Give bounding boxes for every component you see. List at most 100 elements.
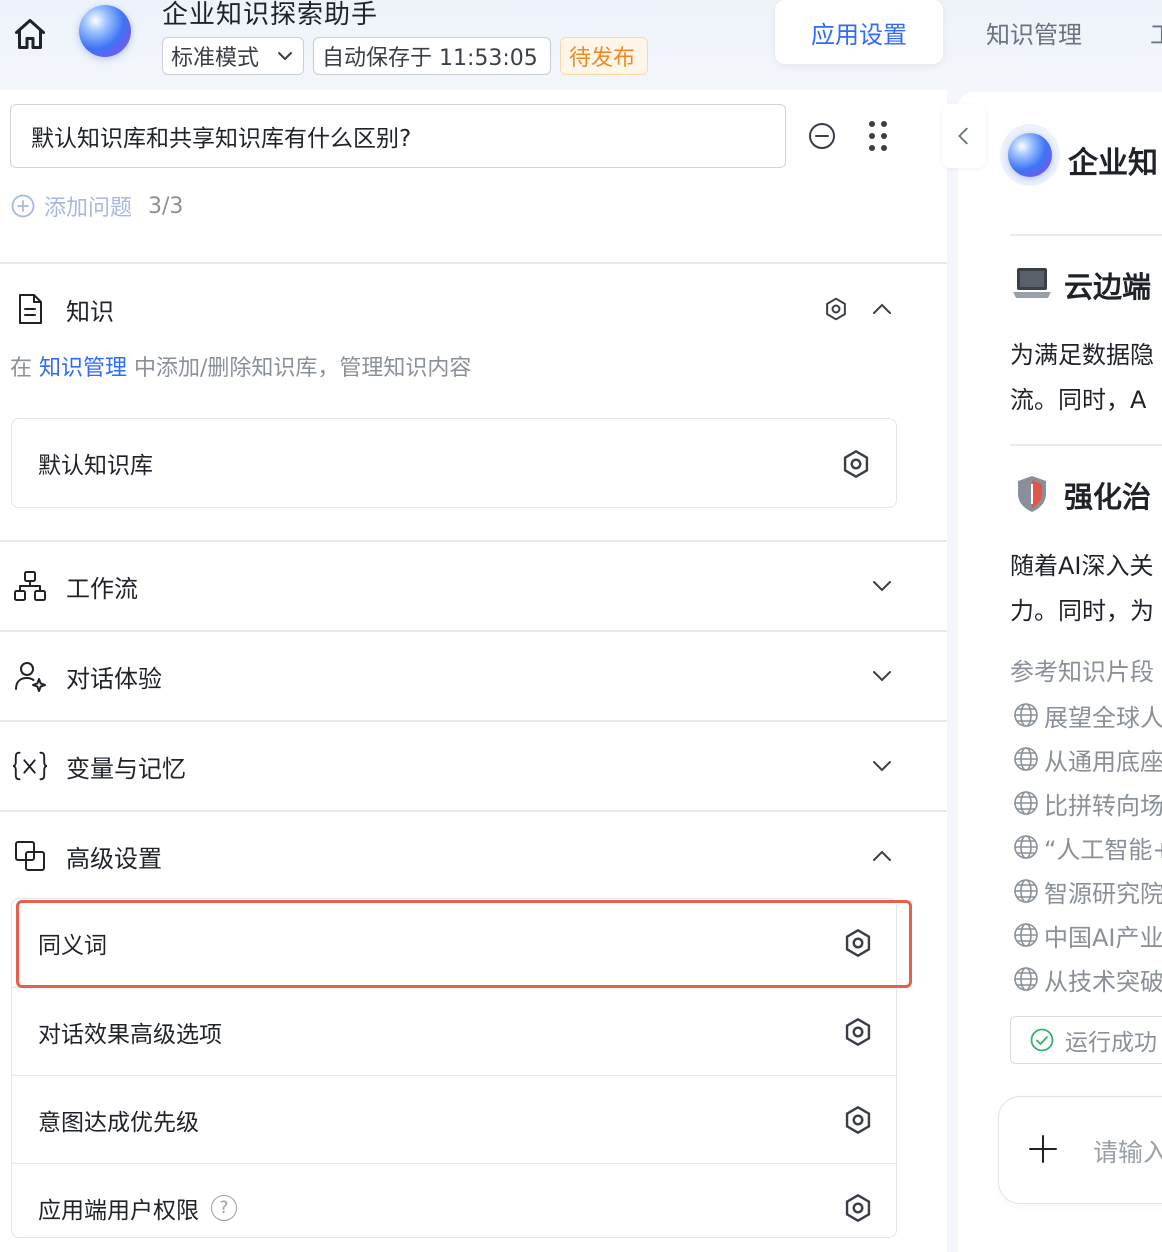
reference-link[interactable]: 从通用底座	[1012, 743, 1162, 776]
adv-item-label: 应用端用户权限	[38, 1197, 199, 1224]
gear-icon[interactable]	[842, 927, 874, 959]
adv-item-dialogue-options[interactable]: 对话效果高级选项	[12, 987, 896, 1075]
shield-icon	[1018, 476, 1046, 512]
mode-select-value: 标准模式	[171, 46, 260, 71]
divider	[0, 810, 947, 812]
section-workflow-header[interactable]: 工作流	[0, 557, 947, 615]
tab-more[interactable]: 工	[1150, 0, 1162, 64]
conversation-expand-button[interactable]	[866, 660, 898, 692]
app-title: 企业知识探索助手	[162, 0, 379, 30]
adv-item-label: 意图达成优先级	[38, 1109, 199, 1136]
adv-item-intent-priority[interactable]: 意图达成优先级	[12, 1075, 896, 1163]
reference-link-label: 智源研究院	[1044, 879, 1162, 908]
chevron-up-icon	[873, 850, 891, 861]
chat-input-placeholder: 请输入	[1093, 1138, 1162, 1167]
preview-heading-2: 强化治	[1064, 480, 1152, 514]
chevron-left-icon	[958, 127, 968, 145]
adv-item-synonyms[interactable]: 同义词	[12, 899, 896, 987]
reference-link-label: 从通用底座	[1044, 747, 1162, 776]
globe-icon	[1014, 967, 1038, 991]
question-count: 3/3	[148, 193, 184, 219]
tab-app-settings[interactable]: 应用设置	[775, 0, 943, 64]
chevron-up-icon	[873, 303, 891, 314]
section-workflow-title: 工作流	[66, 574, 138, 603]
section-knowledge-header: 知识	[0, 280, 947, 338]
bot-name: 企业知	[1068, 146, 1158, 181]
variable-icon	[12, 748, 48, 784]
chevron-down-icon	[873, 581, 891, 592]
reference-link-label: 中国AI产业	[1044, 923, 1162, 952]
help-icon[interactable]: ?	[211, 1194, 237, 1221]
suggested-question-input[interactable]: 默认知识库和共享知识库有什么区别?	[10, 104, 786, 168]
drag-handle-icon[interactable]	[864, 118, 892, 154]
section-conversation-header[interactable]: 对话体验	[0, 647, 947, 705]
adv-item-label: 同义词	[38, 933, 107, 959]
kb-item-label: 默认知识库	[38, 453, 153, 479]
add-question-button[interactable]: 添加问题 3/3	[10, 190, 183, 222]
variables-expand-button[interactable]	[866, 750, 898, 782]
workflow-icon	[12, 568, 48, 604]
advanced-collapse-button[interactable]	[866, 840, 898, 872]
gear-icon[interactable]	[842, 1016, 874, 1048]
globe-icon	[1014, 747, 1038, 771]
gear-icon	[826, 297, 846, 321]
section-advanced-title: 高级设置	[66, 844, 162, 873]
section-variables-header[interactable]: 变量与记忆	[0, 737, 947, 795]
divider	[0, 540, 947, 542]
kb-item-default[interactable]: 默认知识库	[11, 418, 897, 508]
globe-icon	[1014, 879, 1038, 903]
mode-select[interactable]: 标准模式	[162, 37, 304, 75]
reference-link[interactable]: 展望全球人	[1012, 699, 1162, 732]
advanced-settings-list: 同义词 对话效果高级选项 意图达成优先级 应用端用户权限 ?	[11, 898, 897, 1238]
divider	[1010, 444, 1162, 446]
reference-link[interactable]: 中国AI产业	[1012, 919, 1162, 952]
gear-icon[interactable]	[842, 1192, 874, 1224]
reference-link[interactable]: 比拼转向场	[1012, 787, 1162, 820]
app-logo	[66, 0, 144, 62]
divider	[1010, 234, 1162, 236]
adv-item-user-permissions[interactable]: 应用端用户权限 ?	[12, 1163, 896, 1237]
status-badge: 待发布	[560, 37, 648, 75]
reference-link[interactable]: “人工智能+	[1012, 831, 1162, 864]
bot-avatar	[1000, 124, 1060, 186]
plus-icon[interactable]	[1027, 1133, 1059, 1165]
reference-link[interactable]: 智源研究院	[1012, 875, 1162, 908]
section-advanced-header[interactable]: 高级设置	[0, 827, 947, 885]
references-title: 参考知识片段	[1010, 658, 1154, 686]
globe-icon	[1014, 923, 1038, 947]
chevron-down-icon	[278, 52, 292, 61]
adv-item-label: 对话效果高级选项	[38, 1021, 222, 1048]
chat-input[interactable]: 请输入	[998, 1096, 1162, 1204]
check-circle-icon	[1030, 1028, 1054, 1052]
tab-knowledge-management[interactable]: 知识管理	[958, 0, 1110, 64]
user-sparkle-icon	[12, 658, 48, 694]
knowledge-description: 在 知识管理 中添加/删除知识库，管理知识内容	[10, 350, 471, 382]
knowledge-settings-button[interactable]	[820, 293, 852, 325]
remove-question-icon[interactable]	[806, 120, 838, 152]
section-conversation-title: 对话体验	[66, 664, 162, 693]
globe-icon	[1014, 835, 1038, 859]
gear-icon[interactable]	[840, 448, 872, 480]
knowledge-management-link[interactable]: 知识管理	[39, 356, 127, 381]
gear-icon[interactable]	[842, 1104, 874, 1136]
knowledge-collapse-button[interactable]	[866, 293, 898, 325]
preview-heading-1: 云边端	[1064, 270, 1152, 304]
home-button[interactable]	[10, 14, 50, 54]
home-icon	[15, 19, 45, 49]
top-bar: 企业知识探索助手 标准模式 自动保存于 11:53:05 待发布 应用设置 知识…	[0, 0, 1162, 90]
autosave-status: 自动保存于 11:53:05	[313, 37, 551, 75]
document-icon	[12, 291, 48, 327]
run-status-label: 运行成功	[1065, 1030, 1157, 1056]
knowledge-desc-suffix: 中添加/删除知识库，管理知识内容	[127, 356, 472, 381]
run-status: 运行成功	[1010, 1016, 1162, 1064]
globe-icon	[1014, 791, 1038, 815]
collapse-preview-button[interactable]	[942, 104, 986, 168]
divider	[0, 720, 947, 722]
laptop-icon	[1013, 268, 1051, 298]
workflow-expand-button[interactable]	[866, 570, 898, 602]
knowledge-desc-prefix: 在	[10, 356, 39, 381]
settings-panel: 默认知识库和共享知识库有什么区别? 添加问题 3/3 知识 在 知识管理 中添加…	[0, 90, 947, 1252]
preview-paragraph-line: 流。同时，A	[1010, 386, 1147, 414]
globe-icon	[1014, 703, 1038, 727]
reference-link[interactable]: 从技术突破	[1012, 963, 1162, 996]
